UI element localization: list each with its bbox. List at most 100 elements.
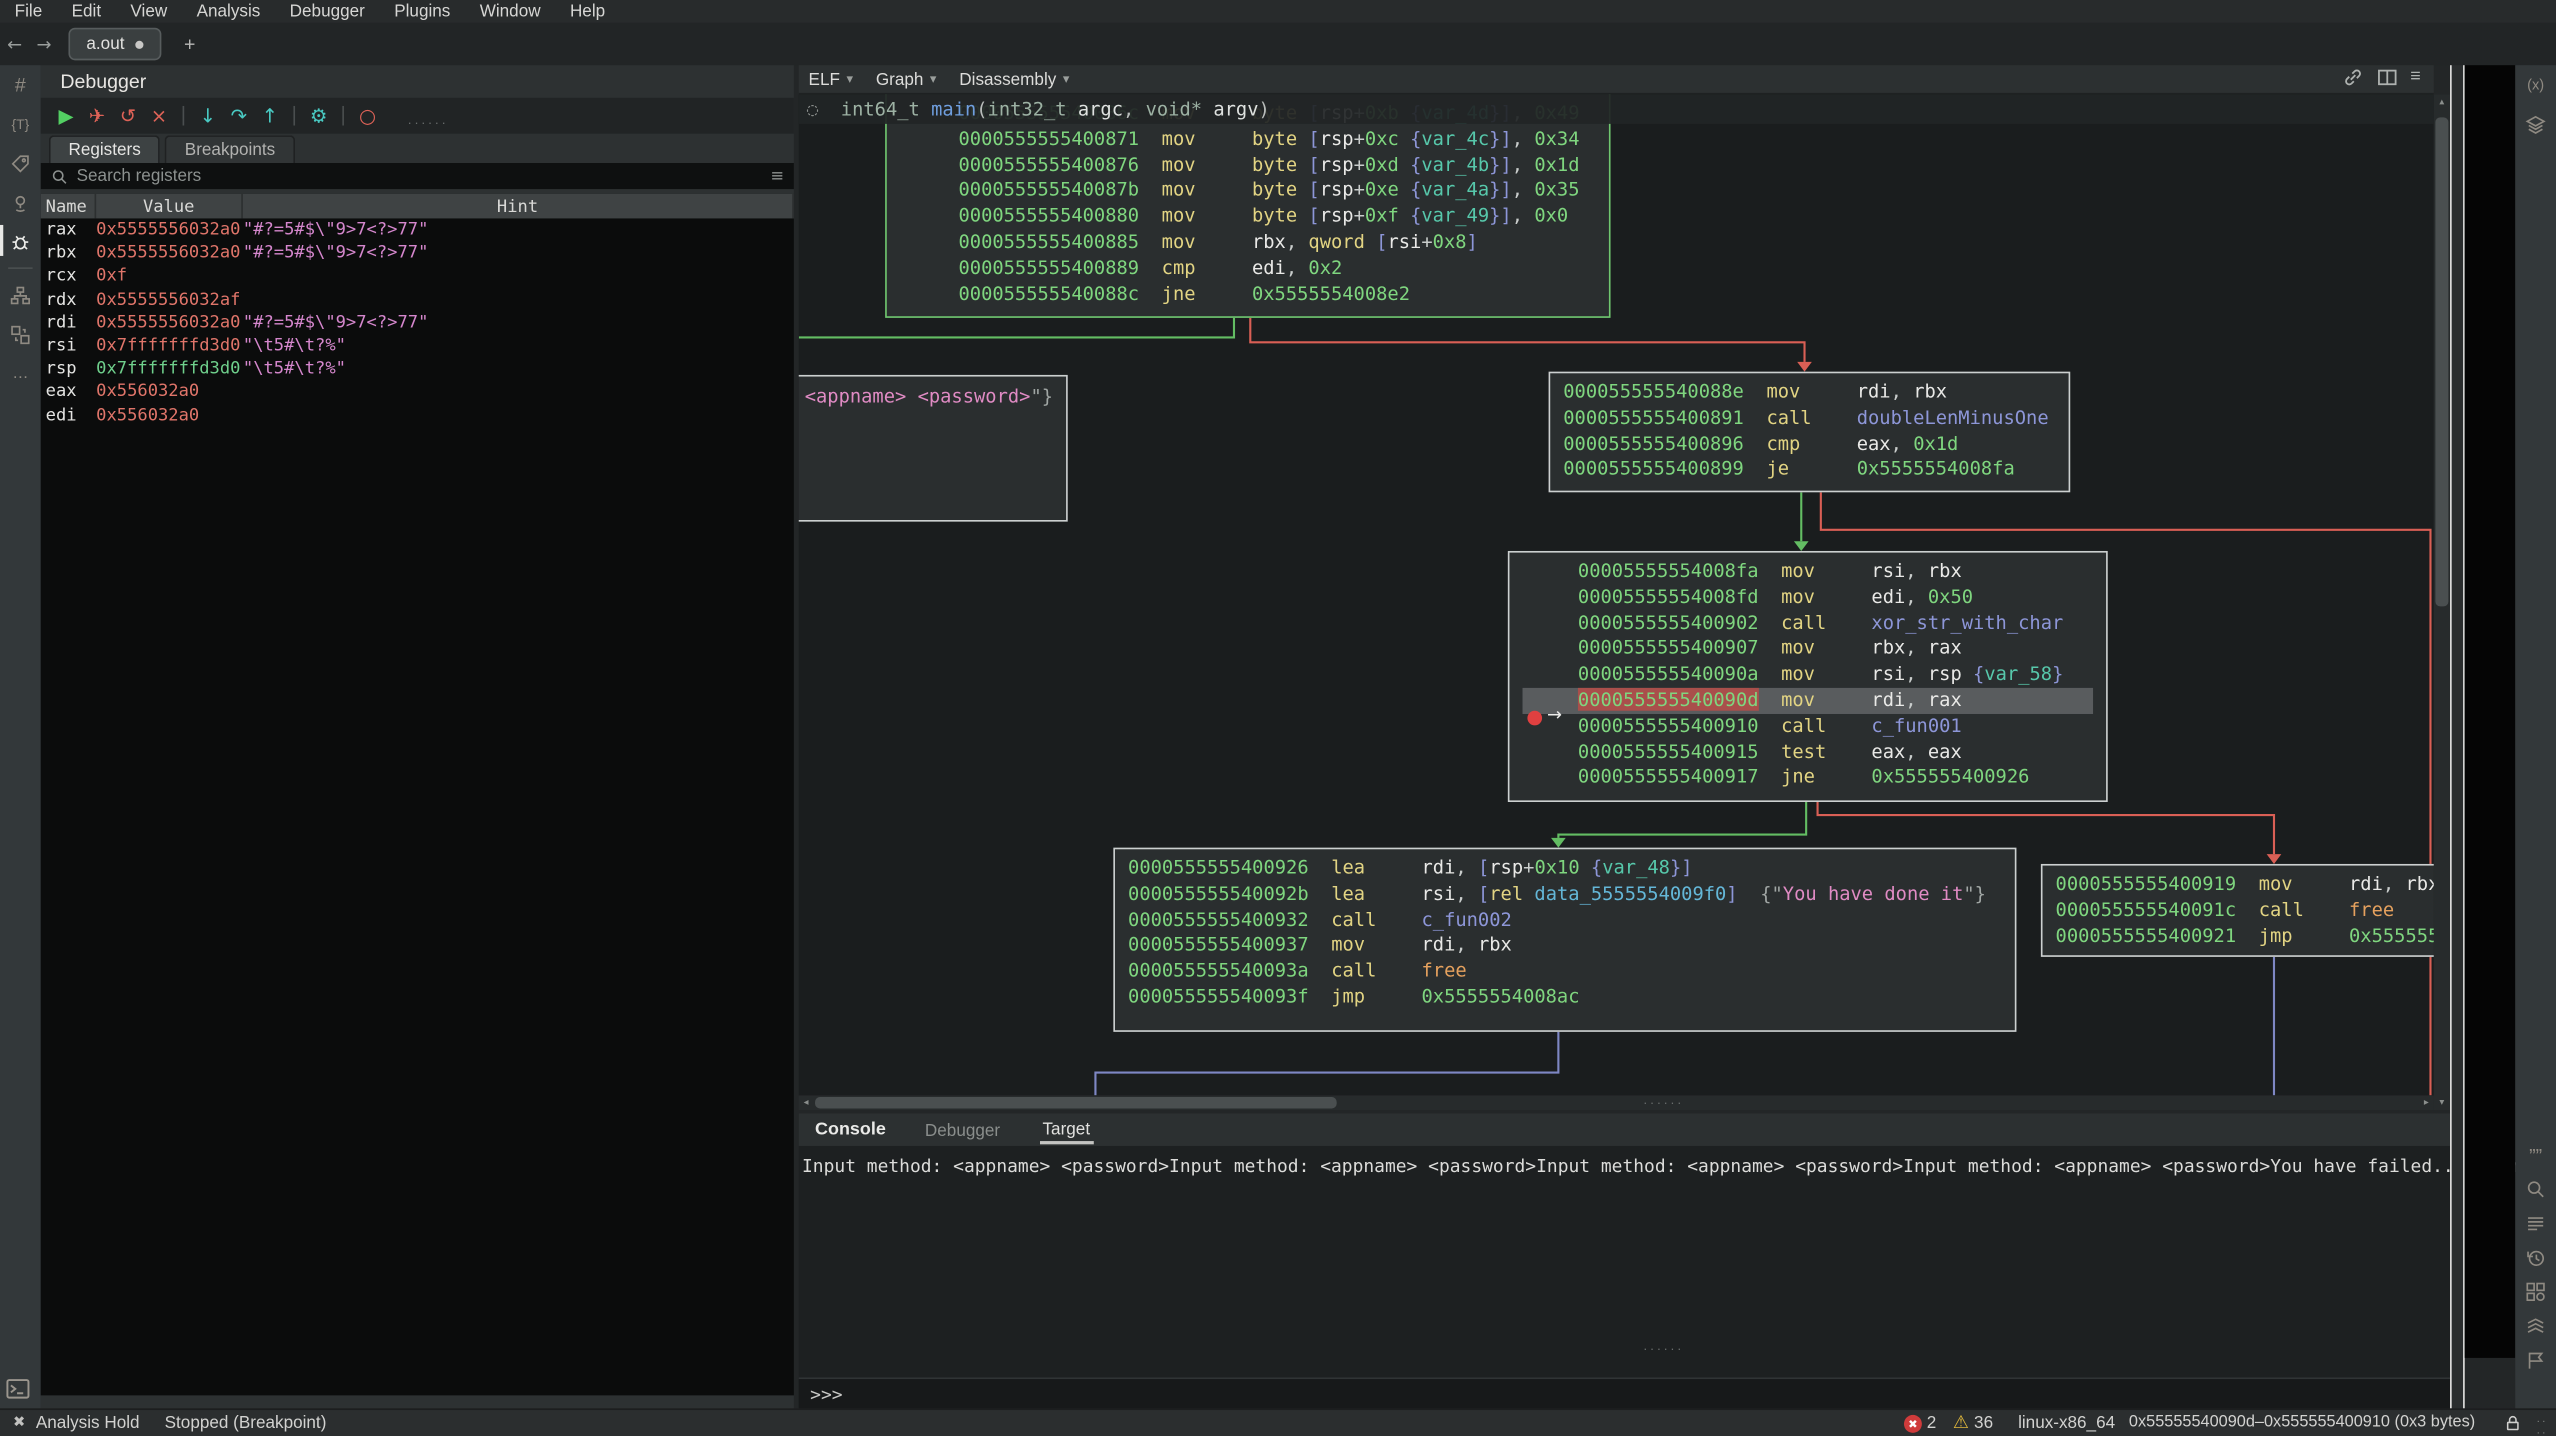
- tab-a-out[interactable]: a.out: [68, 28, 162, 61]
- instruction-row[interactable]: 0000555555400885 mov rbx, qword [rsi+0x8…: [958, 230, 1595, 256]
- step-return-button[interactable]: ↑: [256, 102, 284, 130]
- hierarchy-icon[interactable]: [0, 275, 41, 314]
- back-button[interactable]: ←: [0, 33, 29, 54]
- instruction-row[interactable]: 000055555540090a mov rsi, rsp {var_58}: [1523, 662, 2094, 688]
- register-row-rdi[interactable]: rdi0x5555556032a0"#?=5#$\"9>7<?>77": [41, 311, 794, 334]
- instruction-row[interactable]: 0000555555400902 call xor_str_with_char: [1523, 611, 2094, 637]
- types-icon[interactable]: {T}: [0, 104, 41, 143]
- block-0x8fa[interactable]: 00005555554008fa mov rsi, rbx 00005555554…: [1508, 551, 2108, 802]
- block-0x871[interactable]: 000055555540086c mov byte [rsp+0xb {var_…: [885, 95, 1610, 318]
- register-row-rsi[interactable]: rsi0x7fffffffd3d0"\t5#\t?%": [41, 334, 794, 357]
- panel-drag-handle[interactable]: ······: [408, 116, 449, 131]
- instruction-row[interactable]: 0000555555400891 call doubleLenMinusOne: [1563, 406, 2055, 432]
- vscroll-thumb[interactable]: [2435, 117, 2448, 606]
- instruction-row[interactable]: 0000555555400907 mov rbx, rax: [1523, 636, 2094, 662]
- kill-button[interactable]: ×: [145, 102, 173, 130]
- view-dropdown-graph[interactable]: Graph▾: [876, 69, 937, 89]
- register-row-rbx[interactable]: rbx0x5555556032a0"#?=5#$\"9>7<?>77": [41, 242, 794, 265]
- instruction-row[interactable]: <appname> <password>"}: [805, 385, 1053, 411]
- instruction-row[interactable]: 000055555540093a call free: [1128, 959, 2002, 985]
- step-over-button[interactable]: ↷: [225, 102, 253, 130]
- split-view-icon[interactable]: [2376, 66, 2397, 92]
- register-search[interactable]: Search registers ≡: [41, 163, 794, 189]
- instruction-row[interactable]: 0000555555400917 jne 0x555555400926: [1523, 765, 2094, 791]
- find-icon[interactable]: [2515, 1172, 2556, 1206]
- new-tab-button[interactable]: +: [175, 33, 204, 56]
- register-row-rcx[interactable]: rcx0xf: [41, 265, 794, 288]
- stack-icon[interactable]: [2515, 1309, 2556, 1343]
- instruction-row[interactable]: 0000555555400937 mov rdi, rbx: [1128, 933, 2002, 959]
- register-row-rsp[interactable]: rsp0x7fffffffd3d0"\t5#\t?%": [41, 357, 794, 380]
- instruction-row[interactable]: 000055555540087b mov byte [rsp+0xe {var_…: [958, 178, 1595, 204]
- view-dropdown-disassembly[interactable]: Disassembly▾: [959, 69, 1069, 89]
- instruction-row[interactable]: 0000555555400915 test eax, eax: [1523, 739, 2094, 765]
- debugger-icon[interactable]: [0, 222, 41, 261]
- scroll-left-icon[interactable]: ◂: [799, 1097, 814, 1108]
- view-dropdown-elf[interactable]: ELF▾: [809, 69, 853, 89]
- instruction-row[interactable]: 000055555540088e mov rdi, rbx: [1563, 380, 2055, 406]
- register-row-rax[interactable]: rax0x5555556032a0"#?=5#$\"9>7<?>77": [41, 218, 794, 241]
- lock-icon[interactable]: [2504, 1413, 2522, 1436]
- instruction-row[interactable]: 000055555540092b lea rsi, [rel data_5555…: [1128, 882, 2002, 908]
- register-row-eax[interactable]: eax0x556032a0: [41, 380, 794, 403]
- instruction-row[interactable]: →000055555540090d mov rdi, rax: [1523, 688, 2094, 714]
- instruction-row[interactable]: 0000555555400889 cmp edi, 0x2: [958, 256, 1595, 282]
- instruction-row[interactable]: 0000555555400926 lea rdi, [rsp+0x10 {var…: [1128, 856, 2002, 882]
- menu-analysis[interactable]: Analysis: [182, 2, 275, 22]
- warning-count[interactable]: 36: [1974, 1413, 1993, 1433]
- instruction-row[interactable]: 0000555555400871 mov byte [rsp+0xc {var_…: [958, 127, 1595, 153]
- graph-horizontal-scrollbar[interactable]: ◂ ▸: [799, 1095, 2434, 1110]
- instruction-row[interactable]: 000055555540088c jne 0x5555554008e2: [958, 281, 1595, 307]
- instruction-row[interactable]: 0000555555400880 mov byte [rsp+0xf {var_…: [958, 204, 1595, 230]
- instruction-row[interactable]: 00005555554008fa mov rsi, rbx: [1523, 559, 2094, 585]
- tab-breakpoints[interactable]: Breakpoints: [165, 135, 295, 163]
- history-icon[interactable]: [2515, 1241, 2556, 1275]
- block-usage[interactable]: <appname> <password>"}: [799, 375, 1068, 522]
- menu-window[interactable]: Window: [465, 2, 555, 22]
- strings-icon[interactable]: ””: [2515, 1138, 2556, 1172]
- menu-plugins[interactable]: Plugins: [380, 2, 466, 22]
- register-row-rdx[interactable]: rdx0x5555556032af: [41, 288, 794, 311]
- instruction-row[interactable]: 0000555555400919 mov rdi, rbx: [2056, 872, 2434, 898]
- instruction-row[interactable]: 0000555555400910 call c_fun001: [1523, 714, 2094, 740]
- breakpoint-button[interactable]: ○: [354, 102, 382, 130]
- tab-registers[interactable]: Registers: [49, 135, 160, 163]
- search-options-icon[interactable]: ≡: [770, 167, 784, 185]
- error-count-icon[interactable]: ✖: [1904, 1415, 1922, 1433]
- instruction-row[interactable]: 0000555555400921 jmp 0x5555554008ac: [2056, 924, 2434, 950]
- register-row-edi[interactable]: edi0x556032a0: [41, 403, 794, 426]
- link-icon[interactable]: [2342, 66, 2363, 92]
- block-0x919[interactable]: 0000555555400919 mov rdi, rbx 00005555554…: [2041, 864, 2434, 957]
- disassembly-graph[interactable]: ◌ int64_t main(int32_t argc, void* argv)…: [799, 95, 2434, 1096]
- layers-icon[interactable]: [2515, 104, 2556, 143]
- tags-icon[interactable]: [2515, 1343, 2556, 1377]
- scroll-right-icon[interactable]: ▸: [2419, 1097, 2434, 1108]
- log-icon[interactable]: [2515, 1206, 2556, 1240]
- scroll-up-icon[interactable]: ▴: [2434, 96, 2450, 107]
- pane-splitter[interactable]: [2450, 65, 2465, 1408]
- resume-button[interactable]: ▶: [52, 102, 80, 130]
- console-input-splitter[interactable]: ······: [1643, 1342, 1684, 1357]
- instruction-row[interactable]: 0000555555400896 cmp eax, 0x1d: [1563, 431, 2055, 457]
- scroll-down-icon[interactable]: ▾: [2434, 1097, 2450, 1108]
- tag-icon[interactable]: [0, 143, 41, 182]
- settings-button[interactable]: ⚙: [305, 102, 333, 130]
- symbols-icon[interactable]: #: [0, 65, 41, 104]
- instruction-row[interactable]: 0000555555400932 call c_fun002: [1128, 907, 2002, 933]
- restart-button[interactable]: ↺: [114, 102, 142, 130]
- menu-file[interactable]: File: [0, 2, 57, 22]
- graph-console-splitter[interactable]: ······: [1643, 1095, 1684, 1110]
- terminal-icon[interactable]: [5, 1377, 33, 1401]
- instruction-row[interactable]: 0000555555400899 je 0x5555554008fa: [1563, 457, 2055, 483]
- plugins-icon[interactable]: [2515, 1275, 2556, 1309]
- graph-vertical-scrollbar[interactable]: ▴ ▾: [2434, 95, 2450, 1111]
- menu-view[interactable]: View: [116, 2, 182, 22]
- console-tab-target[interactable]: Target: [1039, 1116, 1093, 1144]
- block-0x926[interactable]: 0000555555400926 lea rdi, [rsp+0x10 {var…: [1113, 848, 2016, 1032]
- instruction-row[interactable]: 0000555555400876 mov byte [rsp+0xd {var_…: [958, 153, 1595, 179]
- menu-edit[interactable]: Edit: [57, 2, 116, 22]
- block-0x88e[interactable]: 000055555540088e mov rdi, rbx00005555554…: [1549, 372, 2071, 493]
- variables-icon[interactable]: (x): [2515, 65, 2556, 104]
- menu-help[interactable]: Help: [555, 2, 620, 22]
- view-menu-icon[interactable]: ≡: [2410, 66, 2420, 92]
